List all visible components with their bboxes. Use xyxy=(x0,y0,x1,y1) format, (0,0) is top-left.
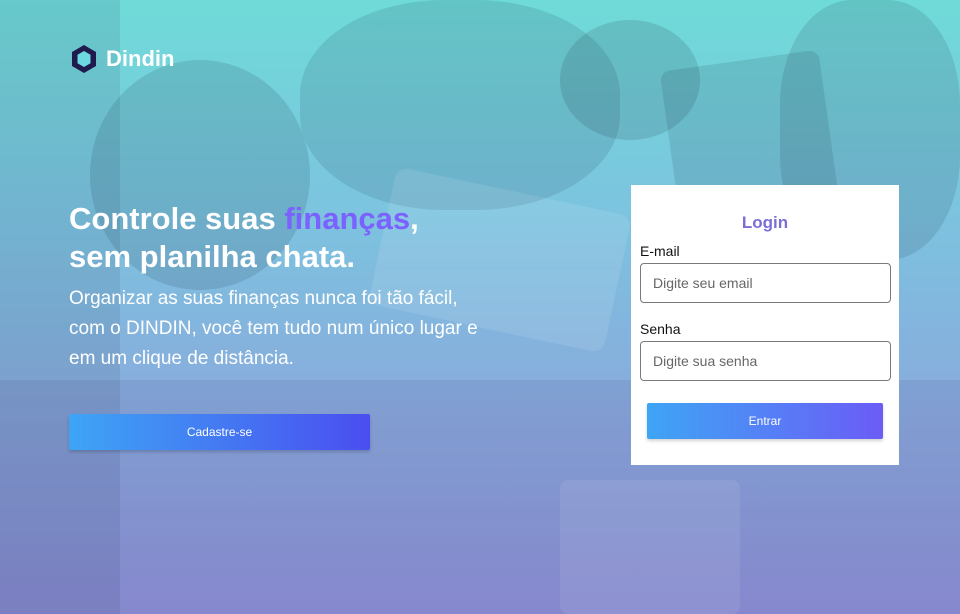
email-field[interactable] xyxy=(640,263,891,303)
email-label: E-mail xyxy=(640,243,680,259)
login-card: Login E-mail Senha Entrar xyxy=(631,185,899,465)
headline-line2: sem planilha chata. xyxy=(69,239,355,274)
signup-button[interactable]: Cadastre-se xyxy=(69,414,370,450)
brand-logo[interactable]: Dindin xyxy=(70,44,174,74)
password-field[interactable] xyxy=(640,341,891,381)
hero-headline: Controle suas finanças, sem planilha chat… xyxy=(69,200,489,276)
brand-name: Dindin xyxy=(106,46,175,71)
hero-section: Controle suas finanças, sem planilha chat… xyxy=(69,200,489,374)
password-label: Senha xyxy=(640,321,681,337)
login-title: Login xyxy=(741,213,789,232)
headline-accent: finanças xyxy=(284,201,411,236)
headline-text: Controle suas xyxy=(69,201,285,236)
headline-comma: , xyxy=(410,201,419,236)
login-submit-button[interactable]: Entrar xyxy=(647,403,883,439)
background-shape xyxy=(560,480,740,614)
hero-subtitle: Organizar as suas finanças nunca foi tão… xyxy=(69,288,478,369)
hexagon-logo-icon xyxy=(72,45,96,73)
